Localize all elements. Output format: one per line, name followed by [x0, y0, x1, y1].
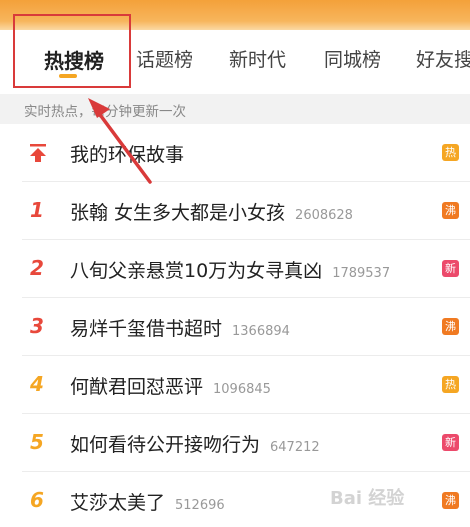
- item-rank: 4: [30, 372, 44, 396]
- item-title: 艾莎太美了 512696: [70, 488, 225, 515]
- subheader: 实时热点，每分钟更新一次: [0, 94, 470, 124]
- item-title: 八旬父亲悬赏10万为女寻真凶 1789537: [70, 256, 390, 283]
- item-count: 647212: [270, 440, 320, 455]
- pin-top-icon: [30, 144, 46, 162]
- item-title-text: 如何看待公开接吻行为: [70, 434, 261, 456]
- watermark: Bai 经验: [330, 488, 405, 509]
- list-item[interactable]: 5 如何看待公开接吻行为 647212 新: [0, 414, 470, 472]
- item-count: 2608628: [295, 208, 353, 223]
- tab-friends[interactable]: 好友搜: [416, 45, 470, 72]
- tab-new-era[interactable]: 新时代: [229, 45, 286, 72]
- badge-hot: 热: [442, 144, 459, 161]
- list-item[interactable]: 1 张翰 女生多大都是小女孩 2608628 沸: [0, 182, 470, 240]
- item-title-text: 何猷君回怼恶评: [70, 376, 204, 398]
- list-item[interactable]: 4 何猷君回怼恶评 1096845 热: [0, 356, 470, 414]
- item-title: 如何看待公开接吻行为 647212: [70, 430, 320, 457]
- list-item[interactable]: 我的环保故事 热: [0, 124, 470, 182]
- item-count: 1366894: [232, 324, 290, 339]
- badge-hot: 热: [442, 376, 459, 393]
- badge-boiling: 沸: [442, 202, 459, 219]
- item-rank: 3: [30, 314, 44, 338]
- item-title: 易烊千玺借书超时 1366894: [70, 314, 290, 341]
- annotation-highlight-box: [13, 14, 131, 88]
- item-rank: 6: [30, 488, 44, 512]
- item-count: 1096845: [213, 382, 271, 397]
- item-title: 我的环保故事: [70, 140, 184, 167]
- list-item[interactable]: 2 八旬父亲悬赏10万为女寻真凶 1789537 新: [0, 240, 470, 298]
- item-title: 张翰 女生多大都是小女孩 2608628: [70, 198, 353, 225]
- badge-boiling: 沸: [442, 492, 459, 509]
- tab-topics[interactable]: 话题榜: [136, 45, 193, 72]
- item-count: 512696: [175, 498, 225, 513]
- item-title-text: 易烊千玺借书超时: [70, 318, 223, 340]
- item-count: 1789537: [332, 266, 391, 281]
- item-rank: 2: [30, 256, 44, 280]
- item-rank: 1: [30, 198, 44, 222]
- subheader-text: 实时热点，每分钟更新一次: [24, 104, 186, 120]
- list-item[interactable]: 3 易烊千玺借书超时 1366894 沸: [0, 298, 470, 356]
- item-title-text: 张翰 女生多大都是小女孩: [70, 202, 286, 224]
- item-title-text: 艾莎太美了: [70, 492, 166, 514]
- badge-boiling: 沸: [442, 318, 459, 335]
- item-title-text: 我的环保故事: [70, 144, 185, 166]
- badge-new: 新: [442, 434, 459, 451]
- item-rank: 5: [30, 430, 44, 454]
- item-title: 何猷君回怼恶评 1096845: [70, 372, 271, 399]
- item-title-text: 八旬父亲悬赏10万为女寻真凶: [70, 260, 323, 282]
- tab-local[interactable]: 同城榜: [324, 45, 381, 72]
- badge-new: 新: [442, 260, 459, 277]
